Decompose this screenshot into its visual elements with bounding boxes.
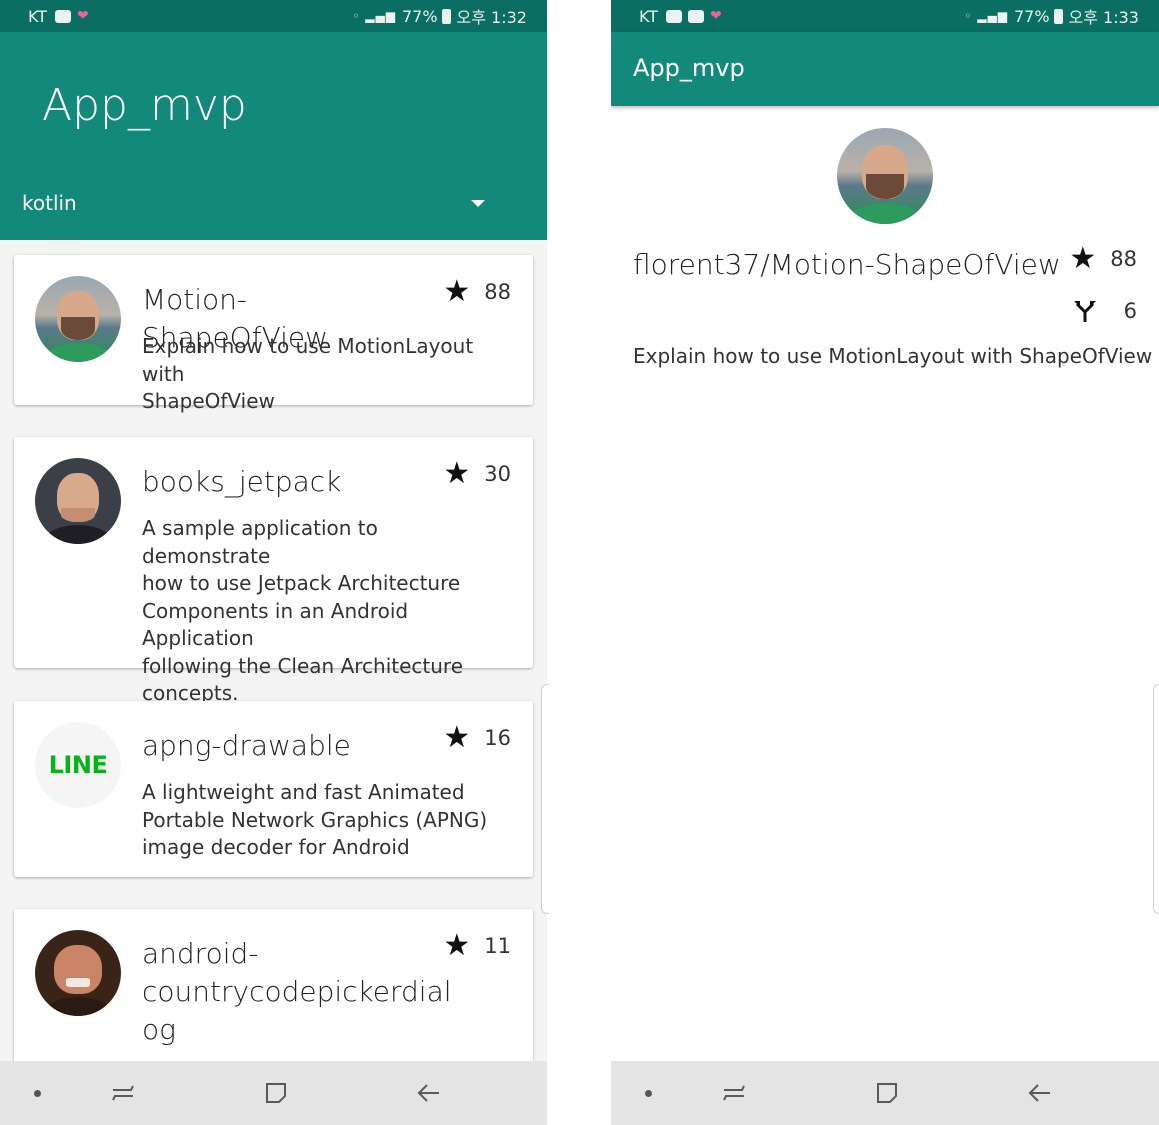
star-count: ★ 30 — [443, 456, 511, 491]
repo-card[interactable]: android- countrycodepickerdial og ★ 11 — [14, 909, 533, 1061]
detail-screen: KT ❤ ◦ ▂▄▆ 77% 오후 1:33 App_mvp florent37… — [611, 0, 1159, 1125]
recents-dot-icon[interactable] — [12, 1061, 62, 1125]
battery-percent: 77% — [401, 6, 438, 26]
home-icon[interactable] — [251, 1061, 301, 1125]
star-count: ★ 88 — [443, 274, 511, 309]
star-icon: ★ — [443, 274, 471, 309]
star-count: ★ 11 — [443, 928, 511, 963]
back-icon[interactable] — [1015, 1061, 1065, 1125]
fork-icon — [1073, 301, 1096, 322]
owner-avatar: LINE — [35, 722, 121, 808]
owner-avatar — [837, 128, 933, 224]
repo-name: books_jetpack — [142, 465, 342, 498]
clock: 오후 1:32 — [456, 8, 527, 27]
app-title: App_mvp — [42, 80, 247, 131]
language-spinner[interactable]: kotlin — [0, 178, 547, 228]
edge-panel-handle[interactable] — [1153, 684, 1159, 914]
list-screen: KT ❤ ◦ ▂▄▆ 77% 오후 1:32 App_mvp kotlin Mo… — [0, 0, 547, 1125]
dropdown-arrow-icon — [471, 199, 485, 207]
carrier-label: KT — [639, 6, 659, 26]
star-count: ★ 88 — [1069, 241, 1137, 276]
repo-description: A sample application to demonstrate how … — [142, 516, 464, 705]
app-bar: App_mvp kotlin — [0, 32, 547, 240]
battery-icon — [1053, 8, 1063, 24]
owner-avatar — [35, 458, 121, 544]
repo-card[interactable]: books_jetpack A sample application to de… — [14, 437, 533, 705]
home-icon[interactable] — [862, 1061, 912, 1125]
battery-icon — [441, 8, 451, 24]
fork-count: 6 — [1072, 298, 1137, 324]
line-logo: LINE — [35, 722, 121, 808]
recent-apps-icon[interactable] — [709, 1061, 759, 1125]
chat-notification-icon — [688, 9, 705, 23]
app-title: App_mvp — [633, 54, 745, 82]
battery-percent: 77% — [1013, 6, 1050, 26]
back-icon[interactable] — [404, 1061, 454, 1125]
repo-name: apng-drawable — [142, 729, 351, 762]
repo-description: Explain how to use MotionLayout with Sha… — [142, 334, 474, 413]
signal-icons: ◦ ▂▄▆ — [964, 9, 1008, 23]
chat-notification-icon — [55, 9, 72, 23]
recents-dot-icon[interactable] — [623, 1061, 673, 1125]
status-bar: KT ❤ ◦ ▂▄▆ 77% 오후 1:32 — [0, 0, 547, 32]
repo-full-name: florent37/Motion-ShapeOfView — [633, 248, 1061, 281]
gallery-notification-icon — [666, 9, 683, 23]
app-bar: App_mvp — [611, 32, 1159, 106]
repo-list[interactable]: Motion-ShapeOfView Explain how to use Mo… — [0, 240, 547, 1061]
star-count: ★ 16 — [443, 720, 511, 755]
repo-card[interactable]: LINE apng-drawable A lightweight and fas… — [14, 701, 533, 877]
repo-description: Explain how to use MotionLayout with Sha… — [633, 344, 1153, 368]
repo-card[interactable]: Motion-ShapeOfView Explain how to use Mo… — [14, 255, 533, 413]
heart-notification-icon: ❤ — [710, 8, 722, 24]
recent-apps-icon[interactable] — [98, 1061, 148, 1125]
repo-description: A lightweight and fast Animated Portable… — [142, 780, 488, 859]
status-bar: KT ❤ ◦ ▂▄▆ 77% 오후 1:33 — [611, 0, 1159, 32]
clock: 오후 1:33 — [1068, 8, 1139, 27]
owner-avatar — [35, 930, 121, 1016]
spinner-selected-value: kotlin — [22, 191, 77, 215]
star-icon: ★ — [443, 928, 471, 963]
heart-notification-icon: ❤ — [77, 8, 89, 24]
carrier-label: KT — [28, 6, 48, 26]
star-icon: ★ — [443, 720, 471, 755]
owner-avatar — [35, 276, 121, 362]
edge-panel-handle[interactable] — [541, 684, 549, 914]
repo-name: android- countrycodepickerdial og — [142, 937, 452, 1046]
star-icon: ★ — [443, 456, 471, 491]
signal-icons: ◦ ▂▄▆ — [352, 9, 396, 23]
navigation-bar — [0, 1061, 547, 1125]
navigation-bar — [611, 1061, 1159, 1125]
star-icon: ★ — [1069, 241, 1097, 276]
